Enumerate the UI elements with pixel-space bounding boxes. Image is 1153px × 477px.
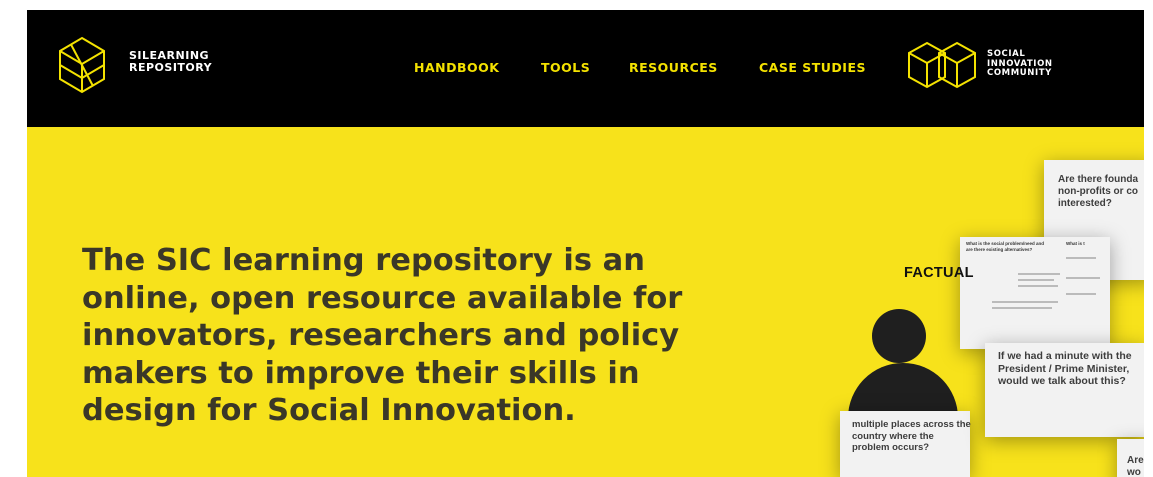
question-card-bottom-right-text: Are wo bbox=[1127, 455, 1144, 477]
question-card-top-text: Are there founda non-profits or co inter… bbox=[1058, 174, 1139, 209]
worksheet-line bbox=[1018, 273, 1060, 275]
question-card-president-text: If we had a minute with the President / … bbox=[998, 350, 1132, 387]
brand-left-line2: REPOSITORY bbox=[129, 61, 213, 74]
hero-headline: The SIC learning repository is an online… bbox=[82, 243, 683, 428]
question-card-president: If we had a minute with the President / … bbox=[985, 343, 1144, 437]
factual-label: FACTUAL bbox=[904, 265, 974, 281]
worksheet-heading-right: What is t bbox=[1066, 241, 1085, 246]
brand-right-wordmark[interactable]: SOCIAL INNOVATION COMMUNITY bbox=[987, 49, 1053, 79]
worksheet-line bbox=[992, 301, 1058, 303]
hero-banner: The SIC learning repository is an online… bbox=[27, 127, 1144, 477]
worksheet-line bbox=[1066, 257, 1096, 259]
page: SILEARNING REPOSITORY HANDBOOK TOOLS RES… bbox=[0, 0, 1153, 477]
nav-case-studies-link[interactable]: CASE STUDIES bbox=[759, 60, 866, 75]
sil-cube-logo-icon[interactable] bbox=[57, 36, 107, 94]
worksheet-document: What is the social problem/need and are … bbox=[960, 237, 1110, 349]
worksheet-line bbox=[1066, 293, 1096, 295]
worksheet-line bbox=[1018, 285, 1058, 287]
brand-left-wordmark[interactable]: SILEARNING REPOSITORY bbox=[129, 50, 212, 74]
nav-resources-link[interactable]: RESOURCES bbox=[629, 60, 718, 75]
worksheet-line bbox=[1066, 277, 1100, 279]
worksheet-line bbox=[1018, 279, 1054, 281]
question-card-bottom-left: multiple places across the country where… bbox=[840, 411, 971, 477]
nav-tools-link[interactable]: TOOLS bbox=[541, 60, 590, 75]
worksheet-line bbox=[992, 307, 1052, 309]
site-header: SILEARNING REPOSITORY HANDBOOK TOOLS RES… bbox=[27, 10, 1144, 127]
question-card-bottom-right: Are wo bbox=[1117, 439, 1144, 477]
sic-logo-icon[interactable] bbox=[907, 40, 977, 90]
person-silhouette-head bbox=[872, 309, 926, 363]
nav-handbook-link[interactable]: HANDBOOK bbox=[414, 60, 499, 75]
brand-right-line3: COMMUNITY bbox=[987, 68, 1052, 78]
question-card-bottom-left-text: multiple places across the country where… bbox=[852, 419, 971, 453]
worksheet-heading: What is the social problem/need and are … bbox=[966, 241, 1045, 252]
